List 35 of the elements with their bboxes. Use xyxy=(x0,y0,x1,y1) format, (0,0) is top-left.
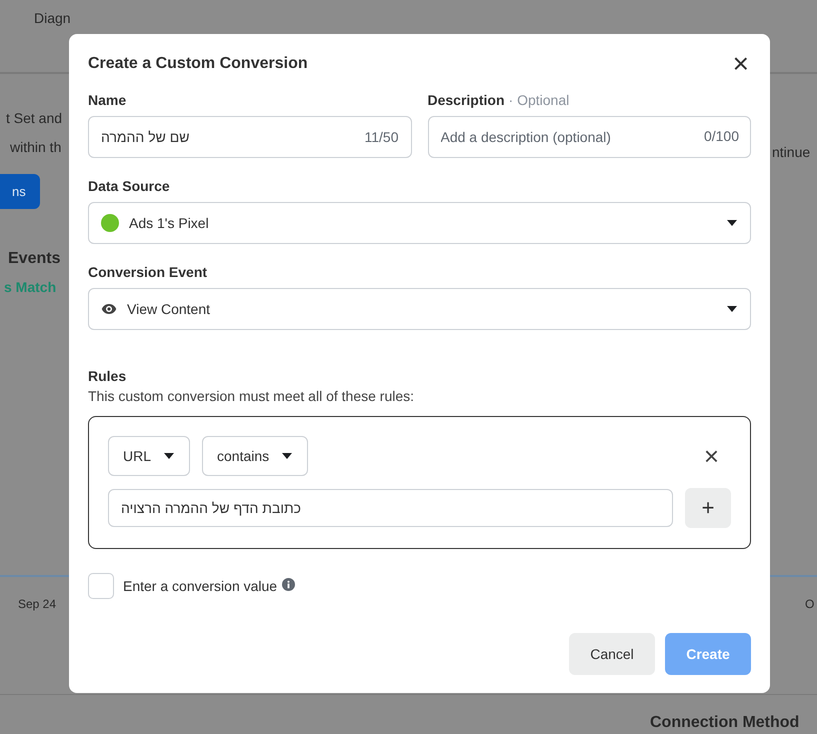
caret-icon xyxy=(163,452,176,460)
page-text: ntinue xyxy=(772,144,810,160)
page-text: t Set and xyxy=(6,110,62,126)
checkbox-label: Enter a conversion value xyxy=(123,578,278,594)
rule-value-field[interactable]: כתובת הדף של ההמרה הרצויה xyxy=(108,489,673,527)
rules-description: This custom conversion must meet all of these rules: xyxy=(88,388,416,404)
caret-icon xyxy=(726,305,738,313)
caret-icon xyxy=(726,219,738,227)
field-label: Data Source xyxy=(88,178,171,194)
axis-label: O xyxy=(805,597,814,611)
page-button[interactable]: ns xyxy=(0,174,40,209)
conversion-event-dropdown[interactable]: View Content xyxy=(88,288,751,330)
rules-heading: Rules xyxy=(88,368,128,384)
optional-hint: · Optional xyxy=(508,92,570,110)
cancel-button[interactable]: Cancel xyxy=(569,633,655,675)
field-label: Name xyxy=(88,92,128,108)
close-button[interactable]: × xyxy=(730,52,751,76)
tab-label[interactable]: Diagn xyxy=(34,10,71,26)
axis-label: Sep 24 xyxy=(18,597,56,611)
remove-rule-button[interactable]: × xyxy=(692,440,731,472)
character-counter: 0/100 xyxy=(704,128,739,144)
data-source-dropdown[interactable]: Ads 1's Pixel xyxy=(88,202,751,244)
page-text: within th xyxy=(10,139,62,155)
add-button[interactable]: + xyxy=(685,488,731,528)
eye-icon xyxy=(101,303,117,315)
field-label: Description xyxy=(428,92,505,108)
info-icon xyxy=(282,578,296,590)
field-label: Conversion Event xyxy=(88,264,208,280)
operator-dropdown[interactable]: contains xyxy=(202,436,308,476)
field-dropdown[interactable]: URL xyxy=(108,436,190,476)
caret-icon xyxy=(281,452,294,460)
dialog-title: Create a Custom Conversion xyxy=(88,55,308,73)
section-heading: Events xyxy=(8,250,60,268)
section-heading: Connection Method xyxy=(650,714,800,732)
checkbox[interactable] xyxy=(88,573,114,599)
